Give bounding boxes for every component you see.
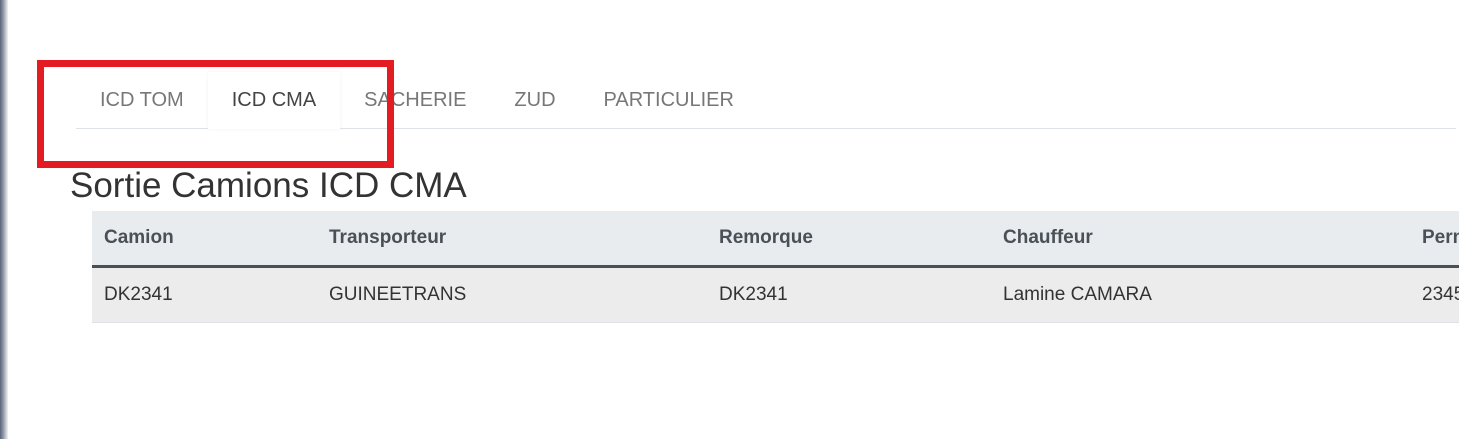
- tab-bar: ICD TOM ICD CMA SACHERIE ZUD PARTICULIER: [76, 72, 1456, 129]
- page: ICD TOM ICD CMA SACHERIE ZUD PARTICULIER…: [0, 0, 1459, 439]
- table-row[interactable]: DK2341 GUINEETRANS DK2341 Lamine CAMARA …: [92, 266, 1459, 323]
- tab-zud[interactable]: ZUD: [490, 72, 579, 129]
- column-header-remorque[interactable]: Remorque: [707, 211, 991, 268]
- column-header-transporteur[interactable]: Transporteur: [317, 211, 707, 268]
- tab-icd-tom[interactable]: ICD TOM: [76, 72, 208, 129]
- column-header-chauffeur[interactable]: Chauffeur: [991, 211, 1410, 268]
- cell-remorque: DK2341: [707, 266, 991, 323]
- table-header-row: Camion Transporteur Remorque Chauffeur P…: [92, 211, 1459, 268]
- page-title: Sortie Camions ICD CMA: [70, 166, 467, 205]
- tab-particulier[interactable]: PARTICULIER: [580, 72, 758, 129]
- table-header: Camion Transporteur Remorque Chauffeur P…: [92, 211, 1459, 268]
- tab-sacherie[interactable]: SACHERIE: [340, 72, 490, 129]
- trucks-table-container: Camion Transporteur Remorque Chauffeur P…: [92, 211, 1459, 323]
- trucks-table: Camion Transporteur Remorque Chauffeur P…: [92, 211, 1459, 323]
- table-body: DK2341 GUINEETRANS DK2341 Lamine CAMARA …: [92, 266, 1459, 323]
- tab-icd-cma[interactable]: ICD CMA: [207, 72, 341, 129]
- cell-chauffeur: Lamine CAMARA: [991, 266, 1410, 323]
- column-header-permis[interactable]: Permis: [1410, 211, 1459, 268]
- cell-transporteur: GUINEETRANS: [317, 266, 707, 323]
- cell-camion: DK2341: [92, 266, 317, 323]
- window-edge: [0, 0, 8, 439]
- cell-permis: 2345: [1410, 266, 1459, 323]
- column-header-camion[interactable]: Camion: [92, 211, 317, 268]
